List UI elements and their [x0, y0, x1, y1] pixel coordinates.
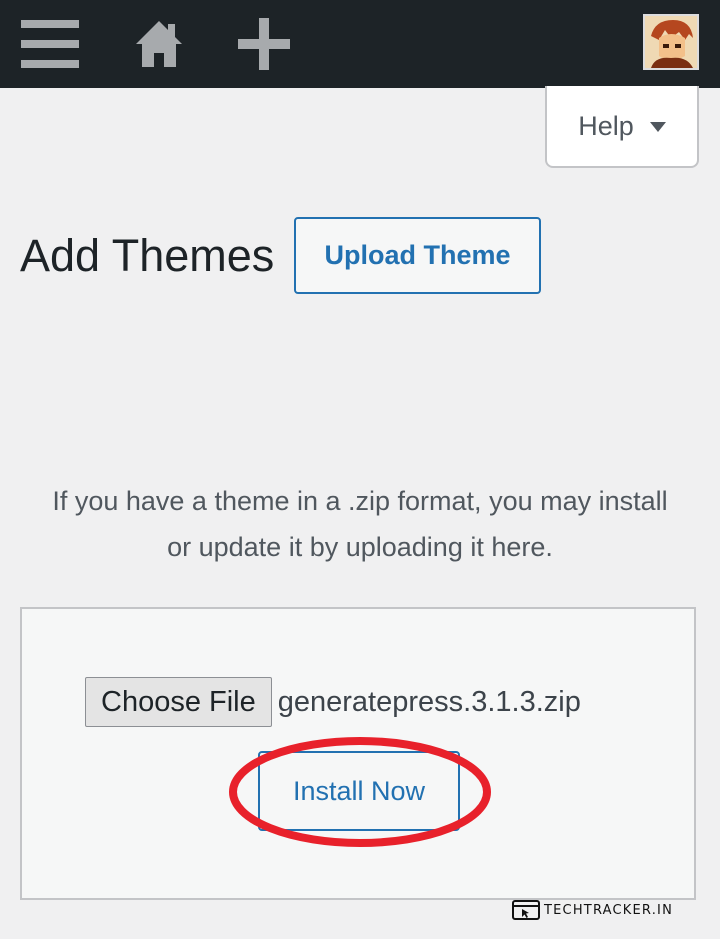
- selected-file-name: generatepress.3.1.3.zip: [277, 685, 581, 718]
- upload-theme-button[interactable]: Upload Theme: [294, 217, 541, 294]
- upload-form-panel: Choose File generatepress.3.1.3.zip Inst…: [20, 607, 696, 900]
- menu-icon: [21, 20, 79, 68]
- caret-down-icon: [649, 122, 666, 132]
- install-now-button[interactable]: Install Now: [258, 751, 460, 831]
- new-content-button[interactable]: [228, 0, 300, 88]
- watermark: TECHTRACKER.IN: [512, 898, 673, 922]
- choose-file-button[interactable]: Choose File: [85, 677, 272, 727]
- admin-bar: [0, 0, 720, 88]
- upload-description: If you have a theme in a .zip format, yo…: [52, 486, 668, 562]
- watermark-text: TECHTRACKER.IN: [544, 902, 673, 918]
- avatar-image: [645, 16, 697, 68]
- menu-button[interactable]: [14, 0, 86, 88]
- plus-icon: [238, 18, 290, 70]
- help-label: Help: [578, 110, 634, 141]
- page-title: Add Themes: [20, 230, 275, 281]
- user-avatar[interactable]: [643, 14, 699, 70]
- browser-cursor-icon: [512, 900, 540, 920]
- home-button[interactable]: [126, 0, 192, 88]
- home-icon: [136, 21, 182, 67]
- help-tab[interactable]: Help: [545, 86, 699, 168]
- file-input-row: Choose File generatepress.3.1.3.zip: [85, 677, 581, 727]
